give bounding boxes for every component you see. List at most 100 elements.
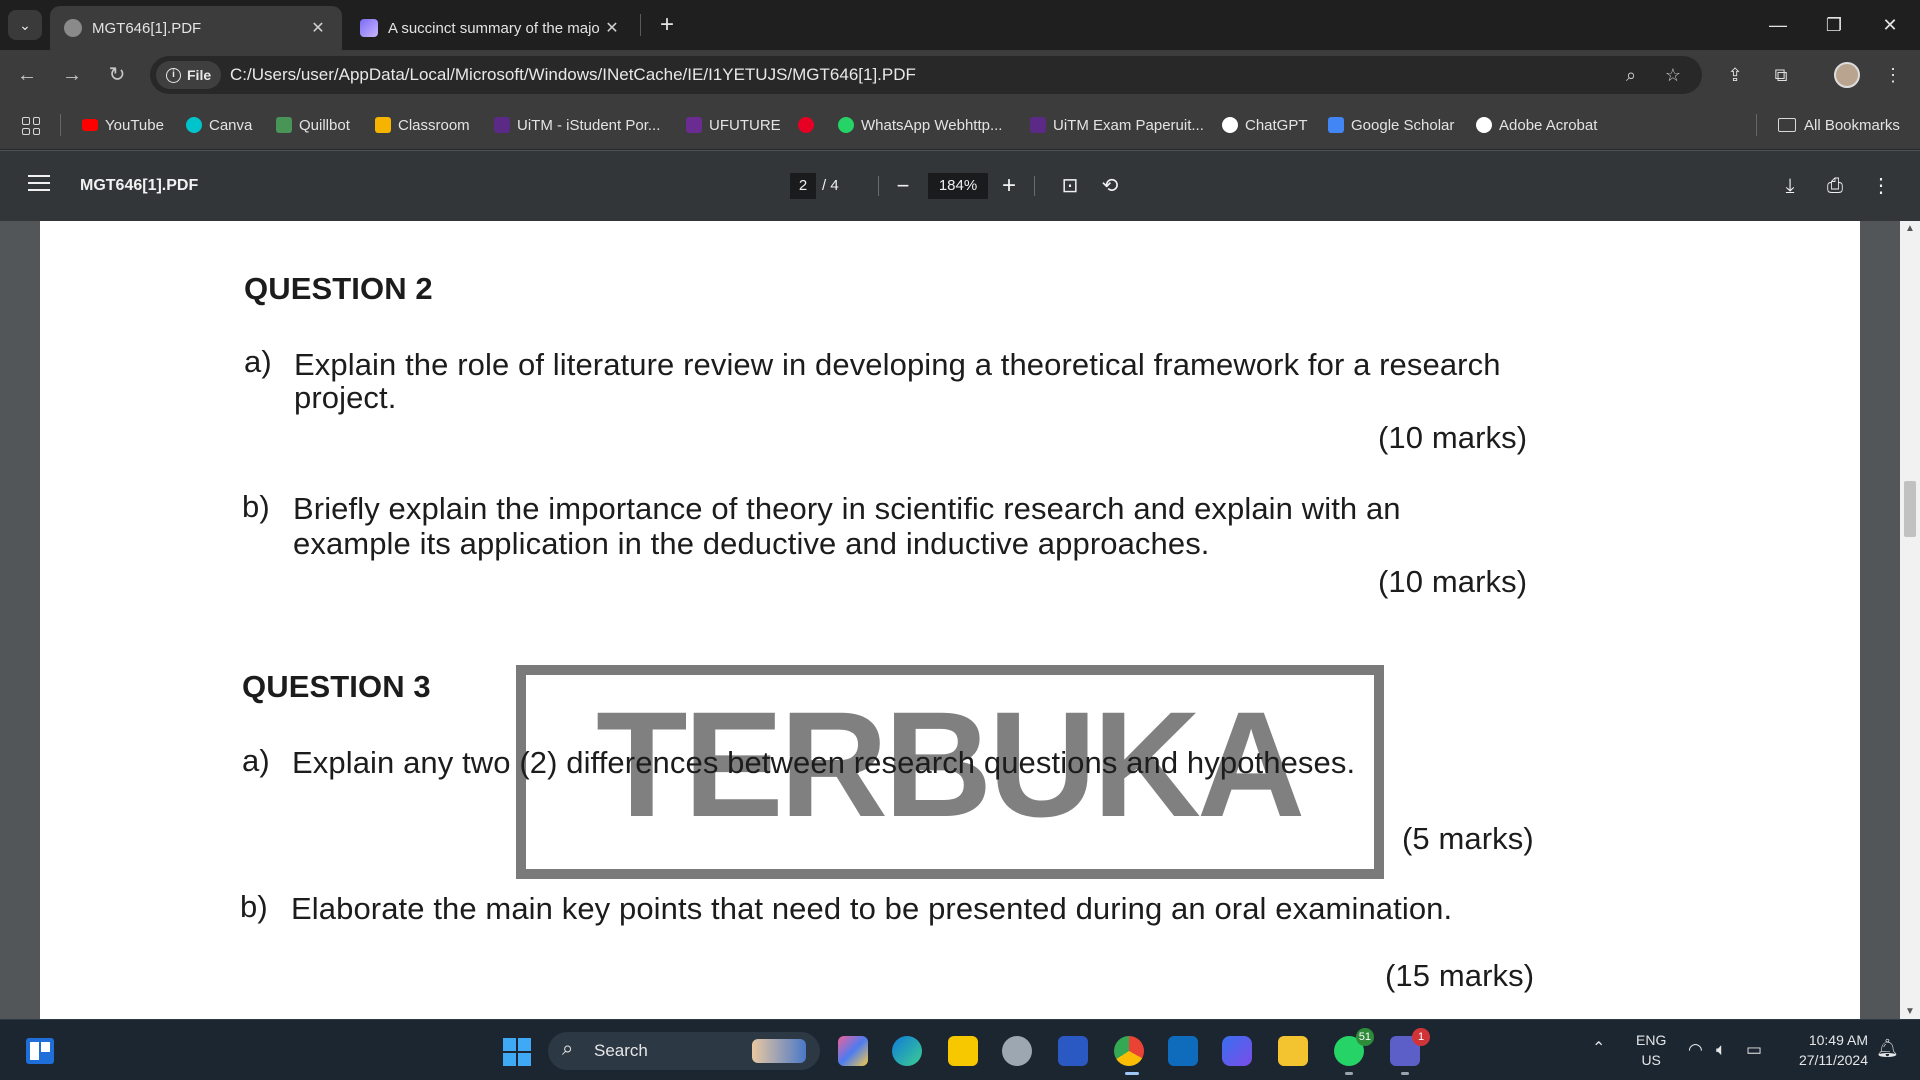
settings-gear-icon[interactable]: [1002, 1036, 1032, 1066]
minimize-button[interactable]: —: [1750, 0, 1806, 50]
sticky-notes-icon[interactable]: [948, 1036, 978, 1066]
pdf-document-area[interactable]: QUESTION 2 a) Explain the role of litera…: [0, 221, 1920, 1019]
bookmark-adobe-acrobat[interactable]: Adobe Acrobat: [1476, 112, 1597, 138]
windows-taskbar: ⌕ Search 51 1 ⌃ ENG US ◠ 🔈︎ ▭ 10:49 AM 2…: [0, 1019, 1920, 1080]
fit-page-icon[interactable]: ⊡: [1055, 171, 1085, 201]
whatsapp-badge: 51: [1355, 1028, 1374, 1046]
menu-icon[interactable]: [28, 175, 50, 191]
zoom-input[interactable]: 184%: [928, 173, 988, 199]
q2b-text-line2: example its application in the deductive…: [293, 526, 1210, 561]
bookmark-pinterest[interactable]: [798, 112, 821, 138]
bookmark-label: ChatGPT: [1245, 116, 1308, 134]
bookmark-label: YouTube: [105, 116, 164, 134]
rotate-icon[interactable]: ⟲: [1095, 171, 1125, 201]
scroll-up-arrow[interactable]: ▲: [1905, 223, 1915, 234]
apps-grid-icon[interactable]: [22, 117, 40, 135]
bookmark-label: Adobe Acrobat: [1499, 116, 1598, 134]
back-button[interactable]: ←: [10, 58, 44, 92]
site-info-chip[interactable]: i File: [156, 61, 222, 89]
new-tab-button[interactable]: +: [652, 10, 682, 40]
bookmark-uitm-istudent[interactable]: UiTM - iStudent Por...: [494, 112, 660, 138]
url-text[interactable]: C:/Users/user/AppData/Local/Microsoft/Wi…: [230, 56, 916, 94]
outlook-icon[interactable]: [1168, 1036, 1198, 1066]
system-clock[interactable]: 10:49 AM 27/11/2024: [1784, 1030, 1868, 1070]
copilot-icon[interactable]: [838, 1036, 868, 1066]
bookmark-label: UiTM Exam Paperuit...: [1053, 116, 1204, 134]
notification-bell-icon[interactable]: 🔔︎: [1876, 1038, 1899, 1059]
scroll-down-arrow[interactable]: ▼: [1905, 1006, 1915, 1017]
puzzle-icon[interactable]: ⧉: [1764, 58, 1798, 92]
tab-search-button[interactable]: ⌄: [8, 10, 42, 40]
input-language[interactable]: ENG US: [1636, 1030, 1666, 1070]
widgets-icon[interactable]: [26, 1038, 54, 1064]
extension-icon[interactable]: ⇪: [1718, 58, 1752, 92]
edge-icon[interactable]: [892, 1036, 922, 1066]
bookmark-label: Canva: [209, 116, 253, 134]
bookmark-divider: [1756, 114, 1757, 136]
file-explorer-icon[interactable]: [1278, 1036, 1308, 1066]
print-icon[interactable]: ⎙: [1820, 171, 1850, 201]
forward-button[interactable]: →: [55, 58, 89, 92]
youtube-icon: [82, 119, 98, 131]
bookmark-label: Google Scholar: [1351, 116, 1455, 134]
tab-title: MGT646[1].PDF: [92, 19, 202, 37]
chrome-icon[interactable]: [1114, 1036, 1144, 1066]
uitm-crest-icon: [1030, 117, 1046, 133]
pdf-viewer-toolbar: MGT646[1].PDF 2 / 4 − 184% + ⊡ ⟲ ⤓ ⎙ ⋮: [0, 151, 1920, 221]
keyboard-layout: US: [1641, 1052, 1661, 1068]
chatgpt-icon: [1222, 117, 1238, 133]
all-bookmarks-button[interactable]: All Bookmarks: [1778, 112, 1900, 138]
restore-button[interactable]: ❐: [1806, 0, 1862, 50]
clock-date: 27/11/2024: [1798, 1052, 1868, 1068]
bookmark-chatgpt[interactable]: ChatGPT: [1222, 112, 1308, 138]
bookmark-canva[interactable]: Canva: [186, 112, 252, 138]
address-bar[interactable]: i File C:/Users/user/AppData/Local/Micro…: [150, 56, 1702, 94]
q3b-label: b): [240, 889, 268, 924]
more-vert-icon[interactable]: ⋮: [1866, 171, 1896, 201]
bookmark-google-scholar[interactable]: Google Scholar: [1328, 112, 1454, 138]
ufuture-icon: [686, 117, 702, 133]
zoom-out-button[interactable]: −: [890, 173, 916, 199]
bookmark-uitm-exam[interactable]: UiTM Exam Paperuit...: [1030, 112, 1204, 138]
more-vert-icon[interactable]: ⋮: [1876, 58, 1910, 92]
star-icon[interactable]: ☆: [1658, 60, 1688, 90]
copilot-app-icon[interactable]: [1222, 1036, 1252, 1066]
bookmark-ufuture[interactable]: UFUTURE: [686, 112, 781, 138]
running-app-indicator: [1401, 1072, 1409, 1075]
bookmark-whatsapp[interactable]: WhatsApp Webhttp...: [838, 112, 1002, 138]
q2a-text-line1: Explain the role of literature review in…: [294, 347, 1501, 382]
bookmark-classroom[interactable]: Classroom: [375, 112, 470, 138]
q3b-marks: (15 marks): [1385, 958, 1535, 993]
q2a-label: a): [244, 344, 272, 379]
vertical-scrollbar[interactable]: ▲ ▼: [1900, 221, 1920, 1019]
clipchamp-icon[interactable]: [1058, 1036, 1088, 1066]
wifi-icon[interactable]: ◠: [1688, 1040, 1703, 1060]
start-button[interactable]: [503, 1038, 531, 1066]
search-label: Search: [594, 1041, 648, 1060]
scroll-thumb[interactable]: [1904, 481, 1916, 537]
avatar[interactable]: [1834, 62, 1860, 88]
bookmark-youtube[interactable]: YouTube: [82, 112, 164, 138]
pdf-page: QUESTION 2 a) Explain the role of litera…: [40, 221, 1860, 1019]
whatsapp-icon: [838, 117, 854, 133]
download-icon[interactable]: ⤓: [1775, 171, 1805, 201]
page-number-input[interactable]: 2: [790, 173, 816, 199]
tab-summary[interactable]: A succinct summary of the majo ✕: [346, 6, 636, 50]
close-icon[interactable]: ✕: [308, 18, 328, 38]
chevron-up-icon[interactable]: ⌃: [1592, 1038, 1605, 1058]
zoom-icon[interactable]: ⌕: [1616, 60, 1646, 90]
whatsapp-icon[interactable]: 51: [1334, 1028, 1374, 1066]
battery-icon[interactable]: ▭: [1746, 1040, 1762, 1060]
info-icon: i: [166, 67, 181, 83]
bookmark-quillbot[interactable]: Quillbot: [276, 112, 350, 138]
volume-icon[interactable]: 🔈︎: [1716, 1040, 1726, 1060]
browser-toolbar: ← → ↻ i File C:/Users/user/AppData/Local…: [0, 50, 1920, 100]
close-icon[interactable]: ✕: [602, 18, 622, 38]
all-bookmarks-label: All Bookmarks: [1804, 116, 1900, 134]
taskbar-search[interactable]: ⌕ Search: [548, 1032, 820, 1070]
reload-button[interactable]: ↻: [100, 58, 134, 92]
zoom-in-button[interactable]: +: [996, 173, 1022, 199]
close-window-button[interactable]: ✕: [1862, 0, 1918, 50]
tab-pdf[interactable]: MGT646[1].PDF ✕: [50, 6, 342, 50]
teams-icon[interactable]: 1: [1390, 1028, 1430, 1066]
